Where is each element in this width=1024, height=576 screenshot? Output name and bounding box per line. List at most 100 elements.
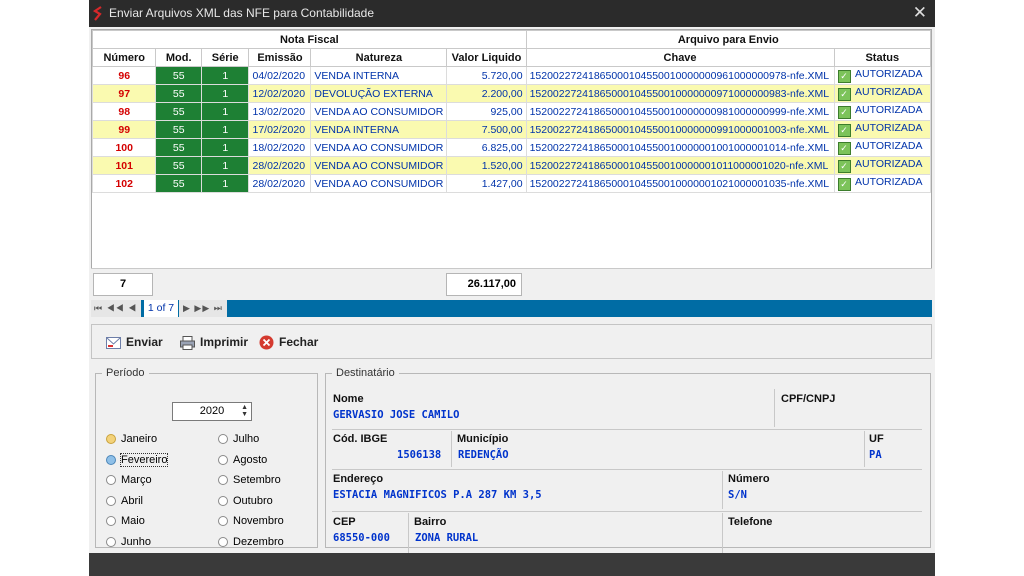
action-toolbar: Enviar Imprimir Fechar xyxy=(91,324,932,359)
destinatario-group: Destinatário Nome GERVASIO JOSE CAMILO C… xyxy=(325,367,931,553)
table-row[interactable]: 102 55 1 28/02/2020 VENDA AO CONSUMIDOR 1.427… xyxy=(91,174,932,193)
table-row[interactable]: 98 55 1 13/02/2020 VENDA AO CONSUMIDOR 925,00… xyxy=(91,102,932,121)
cell-chave: 1520022724186500010455001000000099100000… xyxy=(525,120,835,139)
check-icon: ✓ xyxy=(837,88,851,101)
month-radio[interactable]: Junho xyxy=(106,535,151,549)
uf-value: PA xyxy=(869,449,882,461)
month-radio[interactable]: Maio xyxy=(106,514,145,528)
column-header[interactable]: Emissão xyxy=(248,48,312,67)
table-row[interactable]: 96 55 1 04/02/2020 VENDA INTERNA 5.720,00 1520… xyxy=(91,66,932,85)
year-spinner[interactable]: 2020 ▲ ▼ xyxy=(172,402,252,421)
cell-chave: 1520022724186500010455001000000102100000… xyxy=(525,174,835,193)
nfe-grid[interactable]: Nota Fiscal Arquivo para Envio Número Mod… xyxy=(91,29,932,299)
totals-bar: 7 26.117,00 xyxy=(91,268,932,299)
radio-circle-icon[interactable] xyxy=(218,454,228,465)
cell-numero: 101 xyxy=(91,156,157,175)
cell-mod: 55 xyxy=(155,66,202,85)
imprimir-button[interactable]: Imprimir xyxy=(180,334,248,350)
radio-circle-icon[interactable] xyxy=(106,495,116,506)
column-header[interactable]: Número xyxy=(91,48,157,67)
cep-label: CEP xyxy=(333,516,356,528)
cell-numero: 100 xyxy=(91,138,157,157)
status-text: AUTORIZADA xyxy=(855,86,923,98)
cell-chave: 1520022724186500010455001000000096100000… xyxy=(525,66,835,85)
table-row[interactable]: 101 55 1 28/02/2020 VENDA AO CONSUMIDOR 1.520… xyxy=(91,156,932,175)
municipio-value: REDENÇÃO xyxy=(458,449,509,461)
check-icon: ✓ xyxy=(837,178,851,191)
month-radio[interactable]: Julho xyxy=(218,432,259,446)
month-radio[interactable]: Setembro xyxy=(218,473,281,487)
cell-emissao: 28/02/2020 xyxy=(248,156,312,175)
month-radio[interactable]: Dezembro xyxy=(218,535,284,549)
total-valor: 26.117,00 xyxy=(446,273,522,296)
status-text: AUTORIZADA xyxy=(855,176,923,188)
app-logo-icon xyxy=(93,6,102,21)
enviar-button[interactable]: Enviar xyxy=(106,334,163,350)
status-text: AUTORIZADA xyxy=(855,158,923,170)
cell-mod: 55 xyxy=(155,84,202,103)
column-header[interactable]: Status xyxy=(833,48,932,67)
month-radio[interactable]: Abril xyxy=(106,494,143,508)
column-header[interactable]: Mod. xyxy=(155,48,202,67)
month-radio[interactable]: Outubro xyxy=(218,494,273,508)
cell-natureza: VENDA AO CONSUMIDOR xyxy=(310,102,448,121)
cell-serie: 1 xyxy=(200,102,250,121)
month-radio[interactable]: Novembro xyxy=(218,514,284,528)
check-icon: ✓ xyxy=(837,160,851,173)
month-radio[interactable]: Janeiro xyxy=(106,432,157,446)
cell-mod: 55 xyxy=(155,174,202,193)
check-icon: ✓ xyxy=(837,124,851,137)
radio-circle-icon[interactable] xyxy=(106,434,116,445)
cell-numero: 99 xyxy=(91,120,157,139)
radio-circle-icon[interactable] xyxy=(218,434,228,445)
table-row[interactable]: 99 55 1 17/02/2020 VENDA INTERNA 7.500,00 1520… xyxy=(91,120,932,139)
cpf-label: CPF/CNPJ xyxy=(781,393,836,405)
periodo-group: Período 2020 ▲ ▼ Janeiro Fevereiro Março Abr… xyxy=(95,367,318,548)
month-radio[interactable]: Fevereiro xyxy=(106,452,169,467)
radio-circle-icon[interactable] xyxy=(106,454,116,465)
month-label: Abril xyxy=(121,494,144,507)
radio-circle-icon[interactable] xyxy=(218,516,228,527)
nav-next-last-buttons[interactable]: ▶ ▶▶ ⏭ xyxy=(179,300,227,317)
bottom-bar xyxy=(89,553,935,576)
column-header[interactable]: Valor Liquido xyxy=(446,48,527,67)
radio-circle-icon[interactable] xyxy=(218,475,228,486)
radio-circle-icon[interactable] xyxy=(106,536,116,547)
column-header[interactable]: Série xyxy=(200,48,250,67)
radio-circle-icon[interactable] xyxy=(218,536,228,547)
cell-numero: 102 xyxy=(91,174,157,193)
month-label: Outubro xyxy=(233,494,273,507)
spinner-arrows-icon[interactable]: ▲ ▼ xyxy=(241,404,248,418)
cell-serie: 1 xyxy=(200,84,250,103)
month-label: Junho xyxy=(121,535,151,548)
month-label: Janeiro xyxy=(121,433,158,445)
fechar-button[interactable]: Fechar xyxy=(259,334,318,350)
month-label: Fevereiro xyxy=(119,452,169,467)
month-radio[interactable]: Março xyxy=(106,473,152,487)
cell-status: ✓ AUTORIZADA xyxy=(833,174,932,193)
endereco-label: Endereço xyxy=(333,473,384,485)
municipio-label: Município xyxy=(457,433,509,445)
cell-status: ✓ AUTORIZADA xyxy=(833,84,932,103)
status-text: AUTORIZADA xyxy=(855,140,923,152)
nav-first-prev-buttons[interactable]: ⏮ ◀◀ ◀ xyxy=(91,300,141,317)
cell-emissao: 18/02/2020 xyxy=(248,138,312,157)
column-header[interactable]: Chave xyxy=(525,48,835,67)
cell-emissao: 12/02/2020 xyxy=(248,84,312,103)
cell-serie: 1 xyxy=(200,138,250,157)
cell-mod: 55 xyxy=(155,138,202,157)
month-radio[interactable]: Agosto xyxy=(218,453,267,467)
radio-circle-icon[interactable] xyxy=(218,495,228,506)
radio-circle-icon[interactable] xyxy=(106,516,116,527)
column-header[interactable]: Natureza xyxy=(310,48,448,67)
cep-value: 68550-000 xyxy=(333,532,390,544)
table-row[interactable]: 97 55 1 12/02/2020 DEVOLUÇÃO EXTERNA 2.200,00… xyxy=(91,84,932,103)
month-label: Agosto xyxy=(233,453,268,466)
close-icon[interactable]: ✕ xyxy=(913,3,927,23)
table-row[interactable]: 100 55 1 18/02/2020 VENDA AO CONSUMIDOR 6.825… xyxy=(91,138,932,157)
record-navigator: ⏮ ◀◀ ◀ 1 of 7 ▶ ▶▶ ⏭ xyxy=(91,300,932,317)
periodo-legend: Período xyxy=(106,367,145,379)
cell-chave: 1520022724186500010455001000000097100000… xyxy=(525,84,835,103)
check-icon: ✓ xyxy=(837,142,851,155)
radio-circle-icon[interactable] xyxy=(106,475,116,486)
